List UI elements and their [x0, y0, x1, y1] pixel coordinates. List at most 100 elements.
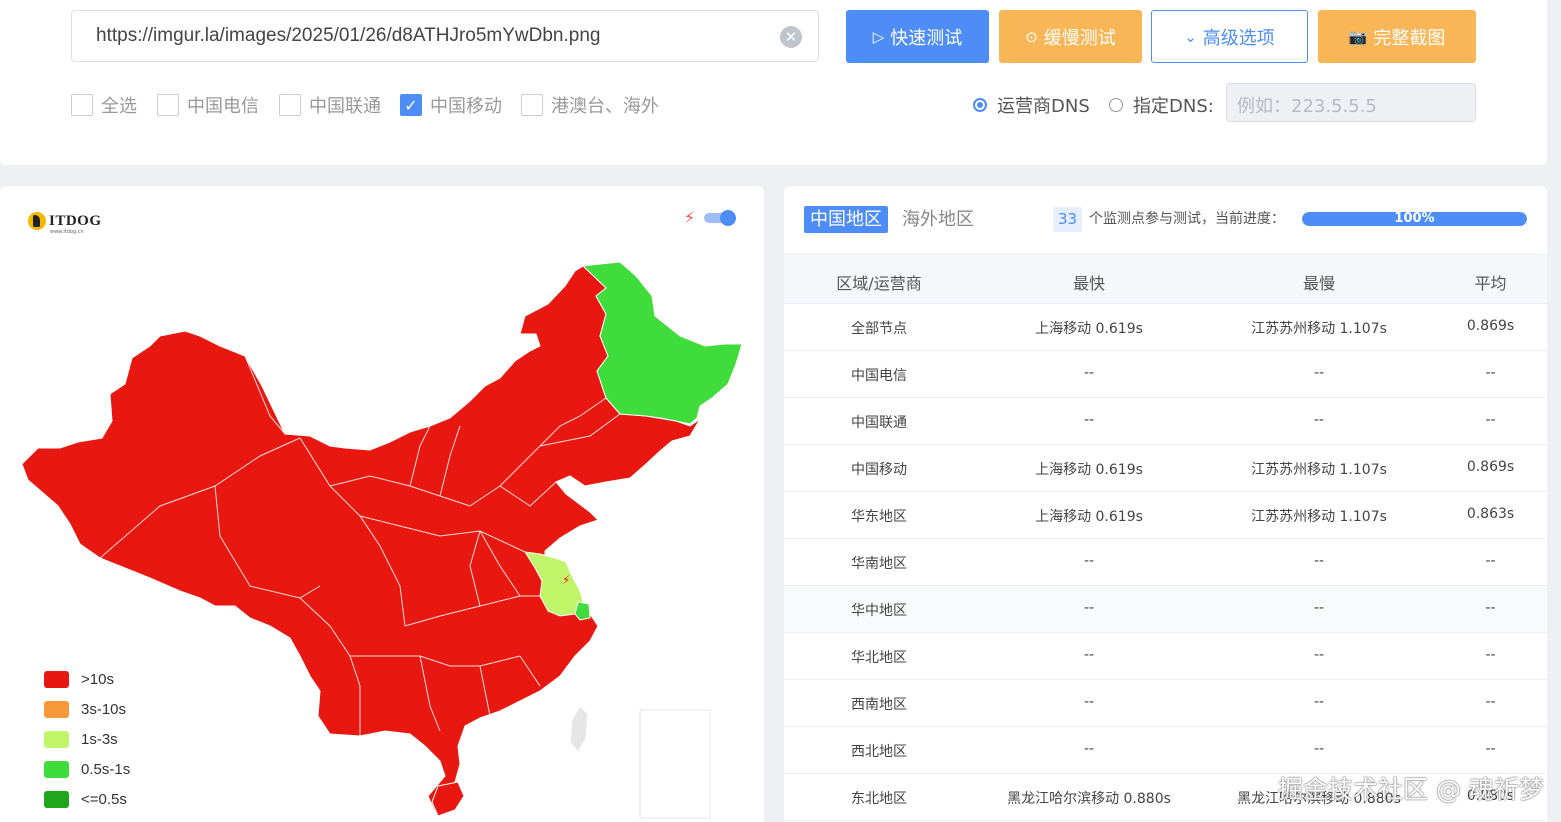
map-region-taiwan [569, 705, 589, 753]
cell-region: 华北地区 [851, 650, 907, 666]
cell-average: -- [1485, 694, 1496, 710]
legend-label: 3s-10s [81, 700, 127, 718]
tab-overseas-region[interactable]: 海外地区 [902, 206, 974, 233]
checkbox-telecom[interactable]: 中国电信 [157, 92, 259, 118]
fast-test-button[interactable]: ▷ 快速测试 [846, 10, 989, 63]
progress-label: 100% [1394, 212, 1435, 226]
cell-slowest: -- [1313, 647, 1325, 663]
play-icon: ▷ [872, 27, 885, 46]
test-config-panel: https://imgur.la/images/2025/01/26/d8ATH… [0, 0, 1547, 165]
cell-region: 全部节点 [851, 321, 907, 337]
cell-average: -- [1485, 553, 1496, 569]
table-header: 区域/运营商 最快 最慢 平均 [784, 254, 1547, 304]
checkbox-box[interactable] [71, 94, 93, 116]
legend-label: 1s-3s [81, 730, 118, 748]
checkbox-overseas[interactable]: 港澳台、海外 [521, 92, 659, 118]
cell-average: -- [1485, 365, 1496, 381]
dog-logo-icon [28, 212, 46, 230]
cell-average: 0.863s [1466, 506, 1515, 522]
legend-item[interactable]: >10s [44, 664, 130, 694]
column-header-slowest: 最慢 [1302, 274, 1335, 293]
checkbox-label: 中国联通 [309, 96, 381, 117]
table-row: 中国联通 -- -- -- [784, 398, 1547, 445]
checkbox-label: 中国移动 [430, 96, 502, 117]
url-input[interactable]: https://imgur.la/images/2025/01/26/d8ATH… [71, 10, 819, 62]
checkbox-label: 中国电信 [187, 96, 259, 117]
table-row: 中国电信 -- -- -- [784, 351, 1547, 398]
cell-fastest: -- [1083, 647, 1095, 663]
watermark: 掘金技术社区 @ 魂祈梦 [1278, 775, 1544, 804]
camera-icon: 📷 [1348, 27, 1368, 46]
checkbox-select-all[interactable]: 全选 [71, 92, 137, 118]
legend-label: <=0.5s [81, 790, 127, 808]
cell-fastest: 黑龙江哈尔滨移动 0.880s [1007, 791, 1171, 807]
cell-average: -- [1485, 741, 1496, 757]
checkbox-box[interactable] [279, 94, 301, 116]
checkbox-mobile[interactable]: ✓ 中国移动 [400, 92, 502, 118]
checkbox-box[interactable] [521, 94, 543, 116]
results-table-body: 全部节点 上海移动 0.619s 江苏苏州移动 1.107s 0.869s 中国电信 --… [784, 304, 1547, 821]
south-sea-inset [639, 709, 711, 819]
cell-slowest: 江苏苏州移动 1.107s [1251, 509, 1387, 525]
cell-average: -- [1485, 412, 1496, 428]
cell-slowest: 江苏苏州移动 1.107s [1251, 462, 1387, 478]
slow-test-button[interactable]: ⊙ 缓慢测试 [999, 10, 1142, 63]
logo-text: ITDOG [49, 212, 102, 229]
radio-dot[interactable] [973, 98, 987, 112]
slow-test-label: 缓慢测试 [1043, 27, 1116, 49]
bolt-icon: ⚡ [562, 573, 570, 587]
column-header-fastest: 最快 [1072, 274, 1105, 293]
legend-item[interactable]: 0.5s-1s [44, 754, 130, 784]
checkmark-icon[interactable]: ✓ [400, 94, 422, 116]
checkbox-label: 港澳台、海外 [551, 96, 659, 117]
cell-region: 华中地区 [851, 603, 907, 619]
cell-region: 中国移动 [851, 462, 907, 478]
cell-region: 华南地区 [851, 556, 907, 572]
cell-slowest: -- [1313, 694, 1325, 710]
full-screenshot-label: 完整截图 [1373, 27, 1446, 49]
cell-region: 西北地区 [851, 744, 907, 760]
table-row: 全部节点 上海移动 0.619s 江苏苏州移动 1.107s 0.869s [784, 304, 1547, 351]
play-circle-icon: ⊙ [1025, 27, 1038, 46]
custom-dns-input[interactable]: 例如：223.5.5.5 [1226, 83, 1476, 122]
table-row: 华东地区 上海移动 0.619s 江苏苏州移动 1.107s 0.863s [784, 492, 1547, 539]
lightning-icon: ⚡ [684, 208, 696, 227]
checkbox-box[interactable] [157, 94, 179, 116]
radio-isp-dns[interactable]: 运营商DNS [973, 92, 1090, 118]
table-row: 西南地区 -- -- -- [784, 680, 1547, 727]
checkbox-unicom[interactable]: 中国联通 [279, 92, 381, 118]
full-screenshot-button[interactable]: 📷 完整截图 [1318, 10, 1476, 63]
double-chevron-down-icon: ⌄ [1184, 27, 1197, 46]
cell-region: 华东地区 [851, 509, 907, 525]
legend-swatch [44, 760, 69, 778]
legend-swatch [44, 700, 69, 718]
advanced-options-button[interactable]: ⌄ 高级选项 [1151, 10, 1308, 63]
table-row: 西北地区 -- -- -- [784, 727, 1547, 774]
progress-bar: 100% [1302, 212, 1527, 226]
cell-fastest: 上海移动 0.619s [1035, 509, 1143, 525]
tab-china-region[interactable]: 中国地区 [804, 206, 888, 233]
cell-fastest: 上海移动 0.619s [1035, 321, 1143, 337]
legend-item[interactable]: <=0.5s [44, 784, 130, 814]
legend-item[interactable]: 3s-10s [44, 694, 130, 724]
node-count-text: 个监测点参与测试，当前进度： [1089, 211, 1285, 227]
cell-region: 西南地区 [851, 697, 907, 713]
cell-region: 东北地区 [851, 791, 907, 807]
legend-swatch [44, 670, 69, 688]
column-header-average: 平均 [1474, 274, 1507, 293]
radio-dot[interactable] [1109, 98, 1123, 112]
cell-slowest: -- [1313, 600, 1325, 616]
radio-custom-dns[interactable]: 指定DNS: [1109, 92, 1214, 118]
legend-label: 0.5s-1s [81, 760, 131, 778]
legend-swatch [44, 790, 69, 808]
map-legend: >10s 3s-10s 1s-3s 0.5s-1s <=0.5s [44, 664, 130, 814]
close-circle-icon[interactable]: ✕ [780, 26, 802, 48]
map-toggle-switch[interactable] [704, 210, 736, 226]
cell-average: -- [1485, 647, 1496, 663]
table-row: 华南地区 -- -- -- [784, 539, 1547, 586]
results-panel: 中国地区 海外地区 33 个监测点参与测试，当前进度： 100% 区域/运营商 … [784, 186, 1547, 822]
legend-item[interactable]: 1s-3s [44, 724, 130, 754]
cell-fastest: -- [1083, 412, 1095, 428]
cell-fastest: 上海移动 0.619s [1035, 462, 1143, 478]
table-row: 中国移动 上海移动 0.619s 江苏苏州移动 1.107s 0.869s [784, 445, 1547, 492]
